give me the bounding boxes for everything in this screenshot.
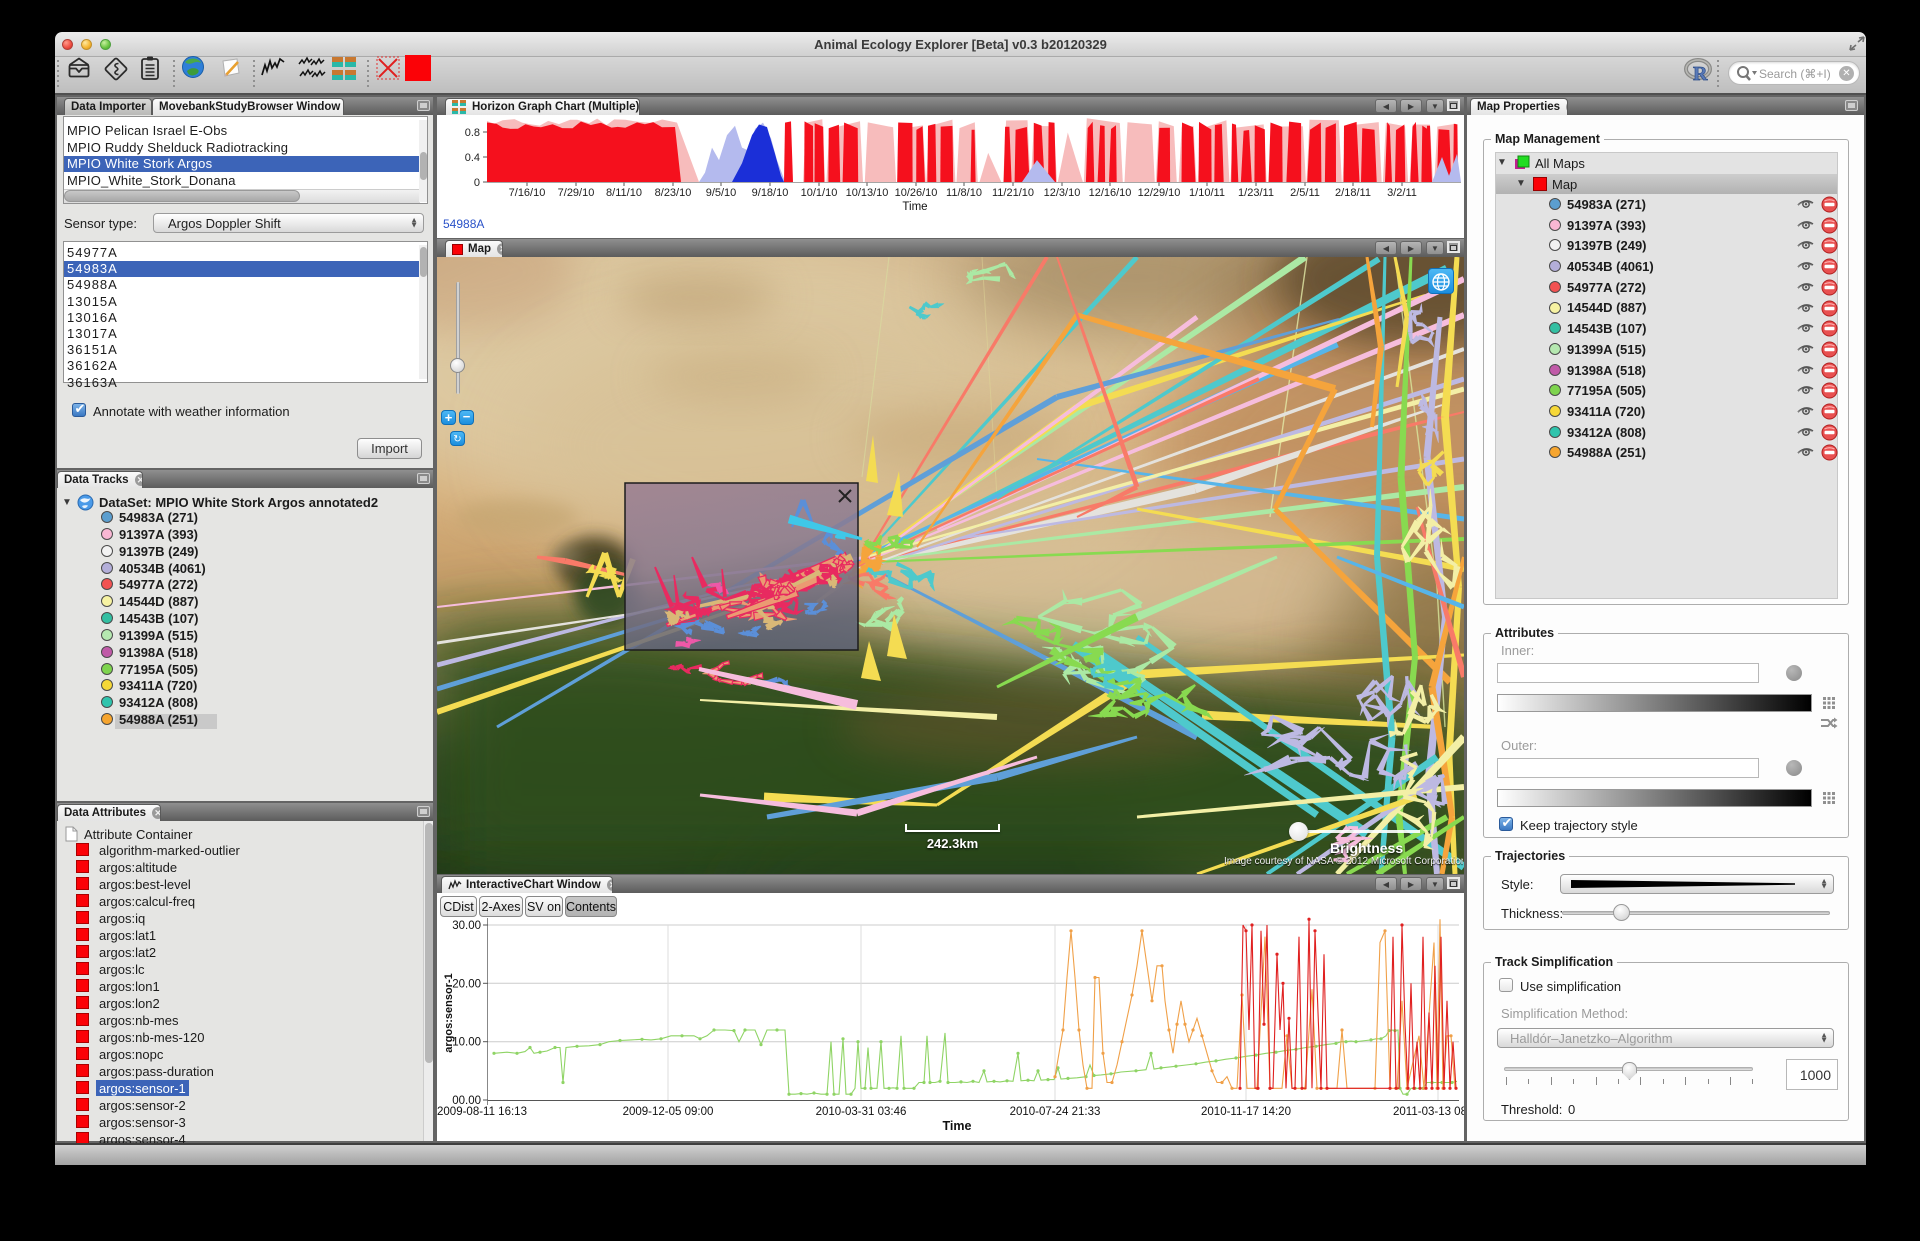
svg-text:30.00: 30.00	[452, 920, 481, 932]
svg-text:11/8/10: 11/8/10	[946, 187, 982, 199]
svg-text:10.00: 10.00	[452, 1037, 481, 1049]
svg-text:7/16/10: 7/16/10	[509, 187, 546, 199]
svg-text:R: R	[1693, 63, 1708, 84]
svg-text:2/5/11: 2/5/11	[1290, 187, 1320, 199]
svg-text:12/29/10: 12/29/10	[1138, 187, 1181, 199]
svg-text:9/18/10: 9/18/10	[752, 187, 789, 199]
svg-text:2011-03-13 08:06: 2011-03-13 08:06	[1393, 1106, 1464, 1118]
svg-text:9/5/10: 9/5/10	[706, 187, 737, 199]
svg-text:argos:sensor-1: argos:sensor-1	[443, 973, 455, 1052]
svg-text:12/3/10: 12/3/10	[1044, 187, 1081, 199]
svg-text:1/10/11: 1/10/11	[1189, 187, 1225, 199]
svg-text:2010-11-17 14:20: 2010-11-17 14:20	[1201, 1106, 1291, 1118]
svg-text:10/1/10: 10/1/10	[801, 187, 838, 199]
svg-text:2010-07-24 21:33: 2010-07-24 21:33	[1010, 1106, 1101, 1118]
svg-text:0.8: 0.8	[465, 127, 480, 139]
svg-text:Time: Time	[943, 1119, 972, 1133]
svg-text:3/2/11: 3/2/11	[1387, 187, 1417, 199]
svg-text:2010-03-31 03:46: 2010-03-31 03:46	[816, 1106, 907, 1118]
svg-text:0.4: 0.4	[465, 152, 480, 164]
svg-text:1/23/11: 1/23/11	[1238, 187, 1274, 199]
svg-text:7/29/10: 7/29/10	[558, 187, 595, 199]
svg-text:12/16/10: 12/16/10	[1089, 187, 1132, 199]
svg-text:11/21/10: 11/21/10	[992, 187, 1034, 199]
svg-text:8/11/10: 8/11/10	[606, 187, 642, 199]
svg-text:10/26/10: 10/26/10	[895, 187, 938, 199]
svg-text:0: 0	[474, 177, 480, 189]
svg-text:2009-12-05 09:00: 2009-12-05 09:00	[623, 1106, 714, 1118]
svg-text:8/23/10: 8/23/10	[655, 187, 692, 199]
svg-text:10/13/10: 10/13/10	[846, 187, 889, 199]
svg-text:2/18/11: 2/18/11	[1335, 187, 1371, 199]
svg-text:Time: Time	[902, 201, 927, 213]
svg-text:20.00: 20.00	[452, 978, 481, 990]
svg-text:2009-08-11 16:13: 2009-08-11 16:13	[437, 1106, 527, 1118]
